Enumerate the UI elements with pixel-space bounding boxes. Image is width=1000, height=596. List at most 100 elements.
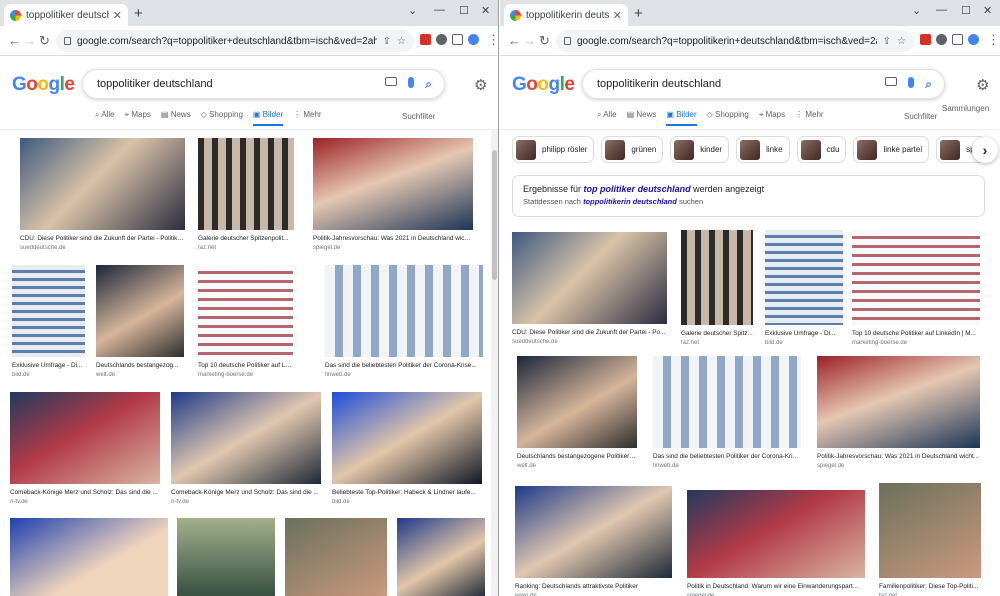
result-thumbnail[interactable] (325, 265, 483, 357)
scrollbar[interactable] (491, 130, 498, 596)
bookmark-star-icon[interactable]: ☆ (897, 36, 906, 47)
maximize-icon[interactable]: ☐ (459, 4, 469, 17)
share-icon[interactable]: ⇪ (383, 36, 391, 47)
search-box[interactable]: toppolitikerin deutschland ⌕ (582, 69, 945, 99)
suchfilter-button[interactable]: Suchfilter (904, 112, 937, 121)
gear-icon[interactable]: ⚙ (976, 76, 989, 94)
result-thumbnail[interactable] (512, 232, 667, 324)
search-input[interactable]: toppolitikerin deutschland (597, 78, 885, 90)
result-caption[interactable]: Deutschlands bestangezog... (96, 362, 184, 369)
search-icon[interactable]: ⌕ (925, 77, 932, 92)
sidepanel-icon[interactable] (452, 34, 463, 45)
close-window-icon[interactable]: ✕ (481, 4, 490, 17)
tab-news[interactable]: ▤ News (161, 110, 191, 126)
result-caption[interactable]: Das sind die beliebtesten Politiker der … (653, 453, 801, 460)
close-tab-icon[interactable]: ✕ (613, 9, 622, 22)
maximize-icon[interactable]: ☐ (961, 4, 971, 17)
corrected-query-link-b[interactable]: deutschland (638, 184, 691, 194)
result-caption[interactable]: Exklusive Umfrage - Di... (765, 330, 843, 337)
camera-icon[interactable] (385, 76, 398, 86)
address-bar[interactable]: google.com/search?q=toppolitiker+deutsch… (56, 30, 414, 52)
result-thumbnail[interactable] (285, 518, 387, 596)
result-thumbnail[interactable] (879, 483, 981, 578)
tab-maps[interactable]: ⌖ Maps (759, 110, 785, 126)
result-caption[interactable]: Comeback-Könige Merz und Scholz: Das sin… (171, 489, 321, 496)
gear-icon[interactable]: ⚙ (474, 76, 487, 94)
result-thumbnail[interactable] (10, 392, 160, 484)
result-thumbnail[interactable] (765, 230, 843, 325)
original-query-link-a[interactable]: toppolitikerin (583, 197, 631, 206)
result-thumbnail[interactable] (171, 392, 321, 484)
search-input[interactable]: toppolitiker deutschland (97, 78, 385, 90)
puzzle-icon[interactable] (936, 34, 947, 45)
chevron-down-icon[interactable]: ⌄ (408, 4, 417, 17)
tab-news[interactable]: ▤ News (627, 110, 657, 126)
chevron-down-icon[interactable]: ⌄ (912, 4, 921, 17)
browser-tab[interactable]: toppolitikerin deutschland – Goo ✕ (504, 4, 628, 26)
result-thumbnail[interactable] (177, 518, 275, 596)
back-icon[interactable]: ← (508, 33, 521, 48)
result-caption[interactable]: CDU: Diese Politiker sind die Zukunft de… (20, 235, 185, 242)
tab-alle[interactable]: ⌕ Alle (95, 110, 115, 126)
google-logo[interactable]: Google (512, 74, 575, 96)
scrollbar-thumb[interactable] (492, 150, 497, 280)
share-icon[interactable]: ⇪ (883, 36, 891, 47)
result-thumbnail[interactable] (10, 518, 168, 596)
result-thumbnail[interactable] (817, 356, 980, 448)
result-caption[interactable]: Comeback-Könige Merz und Scholz: Das sin… (10, 489, 160, 496)
address-bar[interactable]: google.com/search?q=toppolitikerin+deuts… (556, 30, 914, 52)
avatar[interactable] (468, 34, 479, 45)
tab-mehr[interactable]: ⋮ Mehr (293, 110, 321, 126)
extension-icon[interactable] (420, 34, 431, 45)
microphone-icon[interactable] (908, 76, 915, 88)
forward-icon[interactable]: → (23, 33, 36, 48)
menu-dots-icon[interactable]: ⋮ (987, 32, 1000, 48)
tab-bilder[interactable]: ▣ Bilder (666, 110, 697, 126)
puzzle-icon[interactable] (436, 34, 447, 45)
tab-maps[interactable]: ⌖ Maps (125, 110, 151, 126)
result-caption[interactable]: Beliebteste Top-Politiker: Habeck & Lind… (332, 489, 482, 496)
result-thumbnail[interactable] (852, 230, 980, 325)
result-caption[interactable]: CDU: Diese Politiker sind die Zukunft de… (512, 329, 667, 336)
tab-bilder[interactable]: ▣ Bilder (252, 110, 284, 126)
minimize-icon[interactable]: — (434, 4, 445, 16)
result-caption[interactable]: Politik in Deutschland: Warum wir eine E… (687, 583, 865, 590)
result-caption[interactable]: Top 10 deutsche Politiker auf LinkedIn..… (198, 362, 293, 369)
result-thumbnail[interactable] (515, 486, 672, 578)
forward-icon[interactable]: → (523, 33, 536, 48)
result-caption[interactable]: Top 10 deutsche Politiker auf LinkedIn |… (852, 330, 980, 337)
result-thumbnail[interactable] (12, 265, 85, 357)
related-search-chip[interactable]: philipp rösler (512, 136, 595, 163)
result-thumbnail[interactable] (198, 138, 294, 230)
menu-dots-icon[interactable]: ⋮ (487, 32, 498, 48)
new-tab-icon[interactable]: + (134, 5, 143, 22)
close-window-icon[interactable]: ✕ (983, 4, 992, 17)
result-caption[interactable]: Exklusive Umfrage - Di... (12, 362, 85, 369)
reload-icon[interactable]: ↻ (539, 33, 550, 49)
sidepanel-icon[interactable] (952, 34, 963, 45)
tab-mehr[interactable]: ⋮ Mehr (795, 110, 823, 126)
new-tab-icon[interactable]: + (634, 5, 643, 22)
result-caption[interactable]: Politik-Jahresvorschau: Was 2021 in Deut… (817, 453, 980, 460)
avatar[interactable] (968, 34, 979, 45)
related-search-chip[interactable]: linke partei (853, 136, 930, 163)
result-thumbnail[interactable] (653, 356, 801, 448)
close-tab-icon[interactable]: ✕ (113, 9, 122, 22)
result-caption[interactable]: Familienpolitiker: Diese Top-Politi... (879, 583, 981, 590)
search-icon[interactable]: ⌕ (425, 77, 432, 92)
search-box[interactable]: toppolitiker deutschland ⌕ (82, 69, 445, 99)
tab-shopping[interactable]: ◇ Shopping (201, 110, 243, 126)
result-caption[interactable]: Deutschlands bestangezogene Politiker – … (517, 453, 637, 460)
corrected-query-link-a[interactable]: top politiker (584, 184, 636, 194)
tab-shopping[interactable]: ◇ Shopping (707, 110, 749, 126)
sammlungen-button[interactable]: Sammlungen (942, 104, 989, 113)
result-thumbnail[interactable] (687, 490, 865, 578)
tab-alle[interactable]: ⌕ Alle (597, 110, 617, 126)
back-icon[interactable]: ← (8, 33, 21, 48)
minimize-icon[interactable]: — (936, 4, 947, 16)
related-search-chip[interactable]: kinder (670, 136, 730, 163)
reload-icon[interactable]: ↻ (39, 33, 50, 49)
result-caption[interactable]: Galerie deutscher Spitzenpolit... (198, 235, 294, 242)
result-caption[interactable]: Das sind die beliebtesten Politiker der … (325, 362, 483, 369)
bookmark-star-icon[interactable]: ☆ (397, 36, 406, 47)
